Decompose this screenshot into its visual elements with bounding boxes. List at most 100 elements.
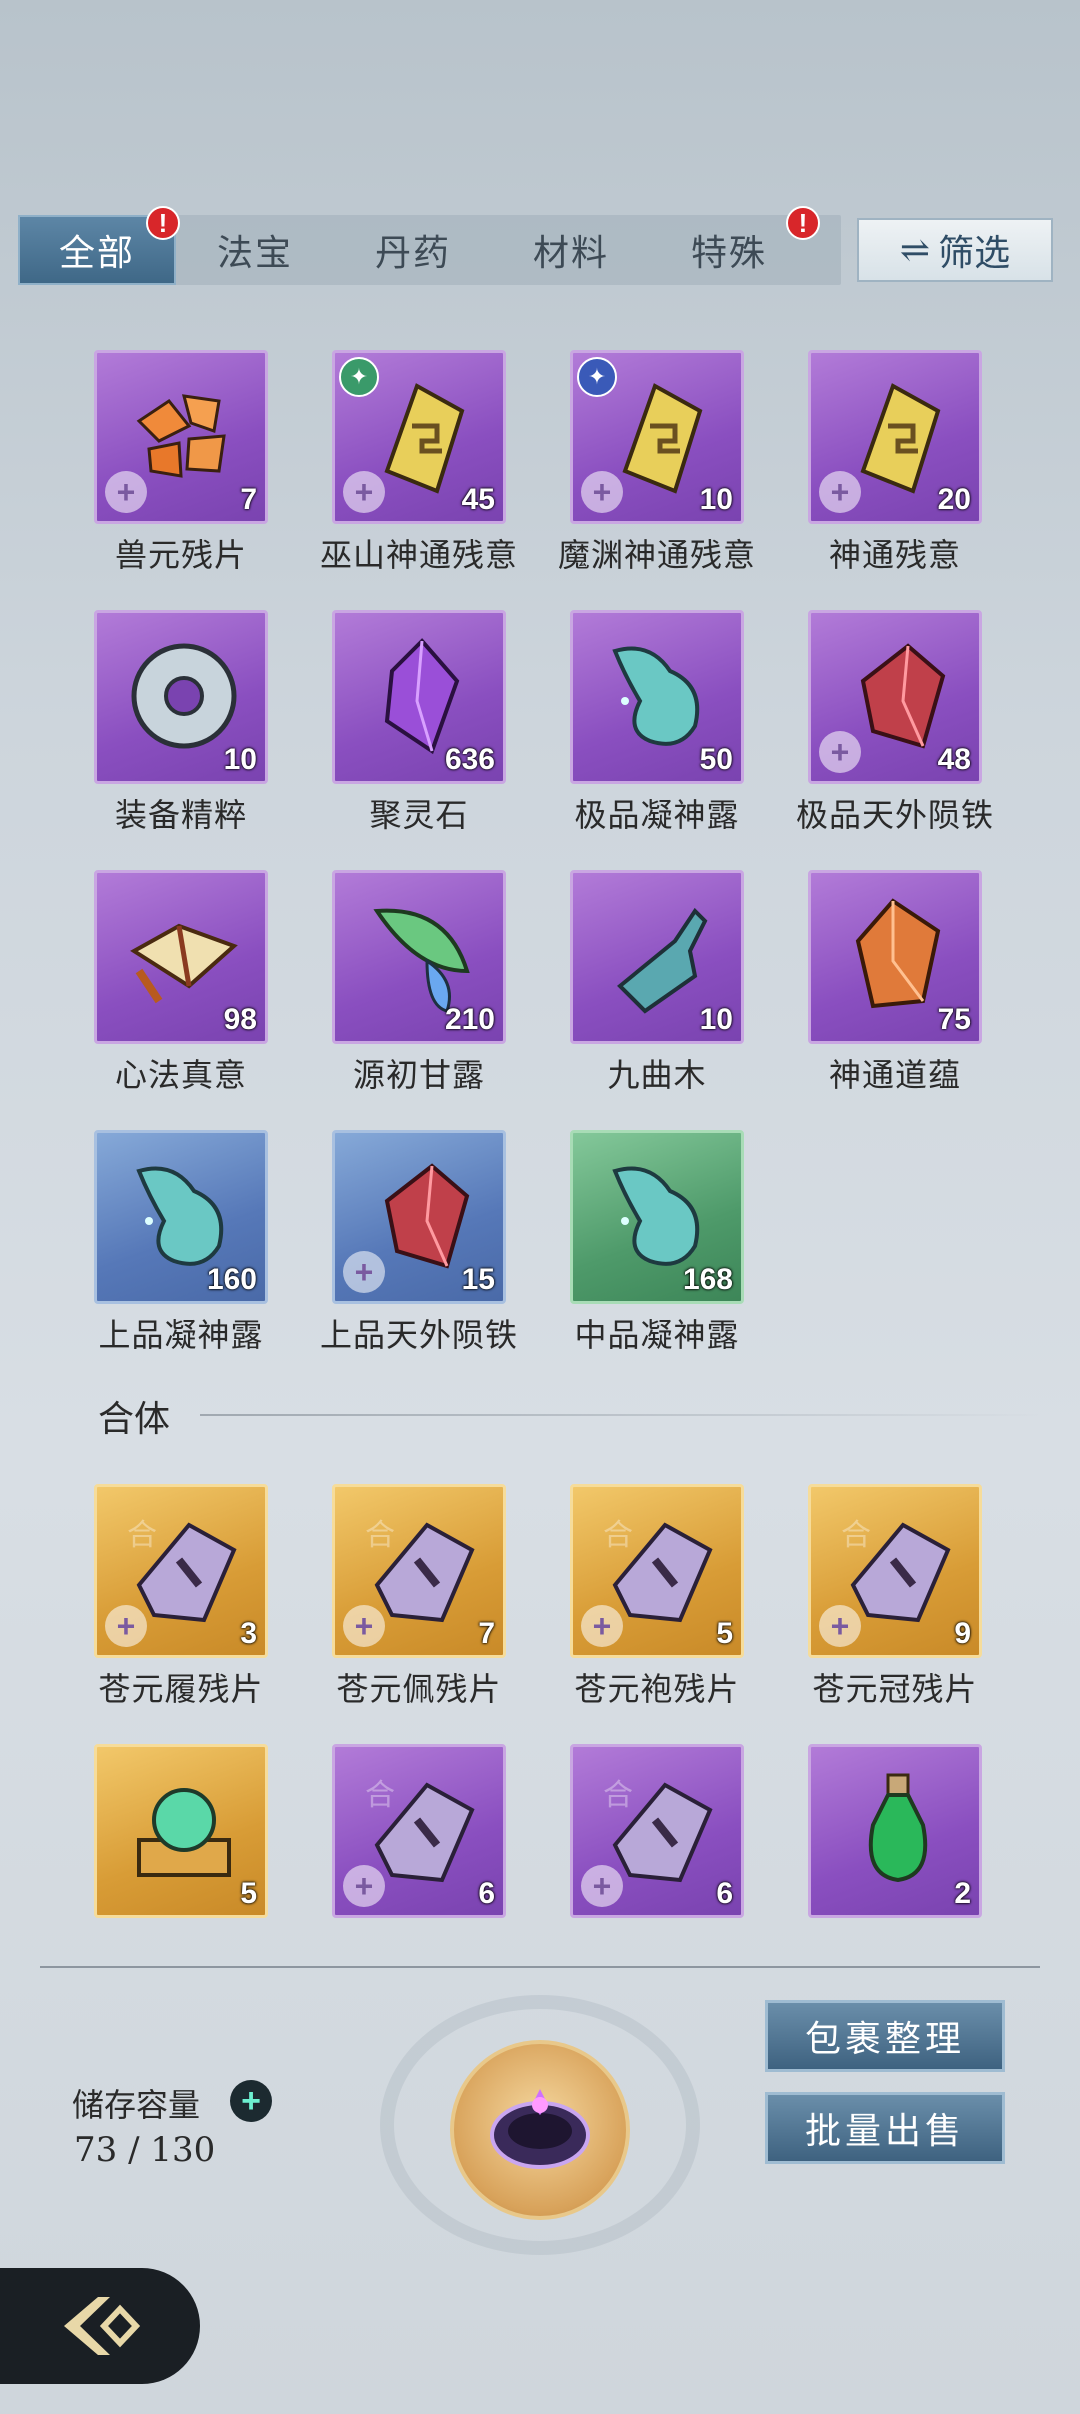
item-count: 7 [478,1617,495,1650]
item-count: 3 [240,1617,257,1650]
bulk-sell-button[interactable]: 批量出售 [765,2092,1005,2164]
svg-text:合: 合 [603,1518,633,1553]
item-tile[interactable]: 5 [94,1744,268,1918]
inventory-item[interactable]: +7 兽元残片 [94,350,268,576]
item-tile[interactable]: ✦ +45 [332,350,506,524]
inventory-item[interactable]: +15 上品天外陨铁 [320,1130,517,1356]
item-tile[interactable]: +7 [94,350,268,524]
item-count: 7 [240,483,257,516]
inventory-item[interactable]: ✦ +10 魔渊神通残意 [558,350,755,576]
item-art-icon [119,1151,249,1281]
item-tile[interactable]: 合 +6 [570,1744,744,1918]
item-count: 10 [699,1003,733,1036]
svg-text:合: 合 [365,1518,395,1553]
inventory-item[interactable]: 168 中品凝神露 [570,1130,744,1356]
svg-text:合: 合 [841,1518,871,1553]
item-tile[interactable]: 合 +3 [94,1484,268,1658]
item-count: 20 [937,483,971,516]
organize-bag-button[interactable]: 包裹整理 [765,2000,1005,2072]
storage-capacity-label: 储存容量 [72,2086,201,2124]
item-tile[interactable]: 168 [570,1130,744,1304]
inventory-item[interactable]: +48 极品天外陨铁 [796,610,993,836]
item-art-icon [119,891,249,1021]
item-tile[interactable]: 合 +7 [332,1484,506,1658]
inventory-item[interactable]: +20 神通残意 [808,350,982,576]
expand-storage-plus-icon[interactable]: + [230,2080,272,2122]
item-name: 装备精粹 [114,796,247,834]
item-tile[interactable]: 160 [94,1130,268,1304]
item-count: 168 [682,1263,733,1296]
item-count: 210 [444,1003,495,1036]
inventory-item[interactable]: ✦ +45 巫山神通残意 [320,350,517,576]
inventory-item[interactable]: 合 +7 苍元佩残片 [332,1484,506,1710]
back-arrow-icon [64,2297,141,2355]
item-tile[interactable]: 2 [808,1744,982,1918]
synthesize-plus-icon: + [343,1865,385,1907]
item-count: 5 [716,1617,733,1650]
item-name: 兽元残片 [114,536,247,574]
item-tile[interactable]: 50 [570,610,744,784]
item-art-icon [833,1765,963,1895]
item-count: 10 [223,743,257,776]
item-tile[interactable]: +15 [332,1130,506,1304]
item-tile[interactable]: 合 +9 [808,1484,982,1658]
item-count: 6 [716,1877,733,1910]
synthesize-plus-icon: + [343,1251,385,1293]
storage-ring-button[interactable] [450,2040,630,2220]
item-tile[interactable]: 98 [94,870,268,1044]
svg-text:合: 合 [127,1518,157,1553]
item-name: 神通道蕴 [828,1056,961,1094]
synthesize-plus-icon: + [343,471,385,513]
item-name: 苍元冠残片 [812,1670,978,1708]
back-button[interactable] [0,2268,200,2384]
section-title-heti: 合体 [98,1399,171,1440]
item-count: 2 [954,1877,971,1910]
item-name: 神通残意 [828,536,961,574]
item-name: 苍元履残片 [98,1670,264,1708]
item-count: 636 [444,743,495,776]
item-tile[interactable]: 合 +5 [570,1484,744,1658]
synthesize-plus-icon: + [105,1605,147,1647]
synthesize-plus-icon: + [105,471,147,513]
inventory-item[interactable]: 合 +6 [570,1744,744,1924]
inventory-item[interactable]: 合 +6 [332,1744,506,1924]
item-art-icon [595,631,725,761]
item-name: 巫山神通残意 [319,536,518,574]
item-name: 极品凝神露 [574,796,740,834]
item-tile[interactable]: 10 [570,870,744,1044]
item-count: 48 [937,743,971,776]
synthesize-plus-icon: + [819,1605,861,1647]
item-tile[interactable]: ✦ +10 [570,350,744,524]
synthesize-plus-icon: + [581,1865,623,1907]
inventory-item[interactable]: 210 源初甘露 [332,870,506,1096]
item-count: 160 [206,1263,257,1296]
item-name: 极品天外陨铁 [795,796,994,834]
inventory-item[interactable]: 合 +3 苍元履残片 [94,1484,268,1710]
item-tile[interactable]: 636 [332,610,506,784]
item-count: 50 [699,743,733,776]
inventory-item[interactable]: 10 装备精粹 [94,610,268,836]
item-tile[interactable]: +48 [808,610,982,784]
inventory-item[interactable]: 75 神通道蕴 [808,870,982,1096]
item-name: 中品凝神露 [574,1316,740,1354]
storage-capacity-value: 73 / 130 [74,2130,216,2170]
item-tile[interactable]: +20 [808,350,982,524]
inventory-item[interactable]: 5 [94,1744,268,1924]
inventory-item[interactable]: 50 极品凝神露 [570,610,744,836]
inventory-item[interactable]: 合 +5 苍元袍残片 [570,1484,744,1710]
storage-ring-icon [490,2089,590,2169]
inventory-item[interactable]: 98 心法真意 [94,870,268,1096]
item-tile[interactable]: 210 [332,870,506,1044]
inventory-item[interactable]: 合 +9 苍元冠残片 [808,1484,982,1710]
item-tile[interactable]: 75 [808,870,982,1044]
item-art-icon [357,631,487,761]
item-tile[interactable]: 10 [94,610,268,784]
item-name: 魔渊神通残意 [557,536,756,574]
item-tile[interactable]: 合 +6 [332,1744,506,1918]
inventory-item[interactable]: 10 九曲木 [570,870,744,1096]
inventory-item[interactable]: 636 聚灵石 [332,610,506,836]
inventory-item[interactable]: 2 [808,1744,982,1924]
inventory-item[interactable]: 160 上品凝神露 [94,1130,268,1356]
item-count: 98 [223,1003,257,1036]
item-count: 10 [699,483,733,516]
